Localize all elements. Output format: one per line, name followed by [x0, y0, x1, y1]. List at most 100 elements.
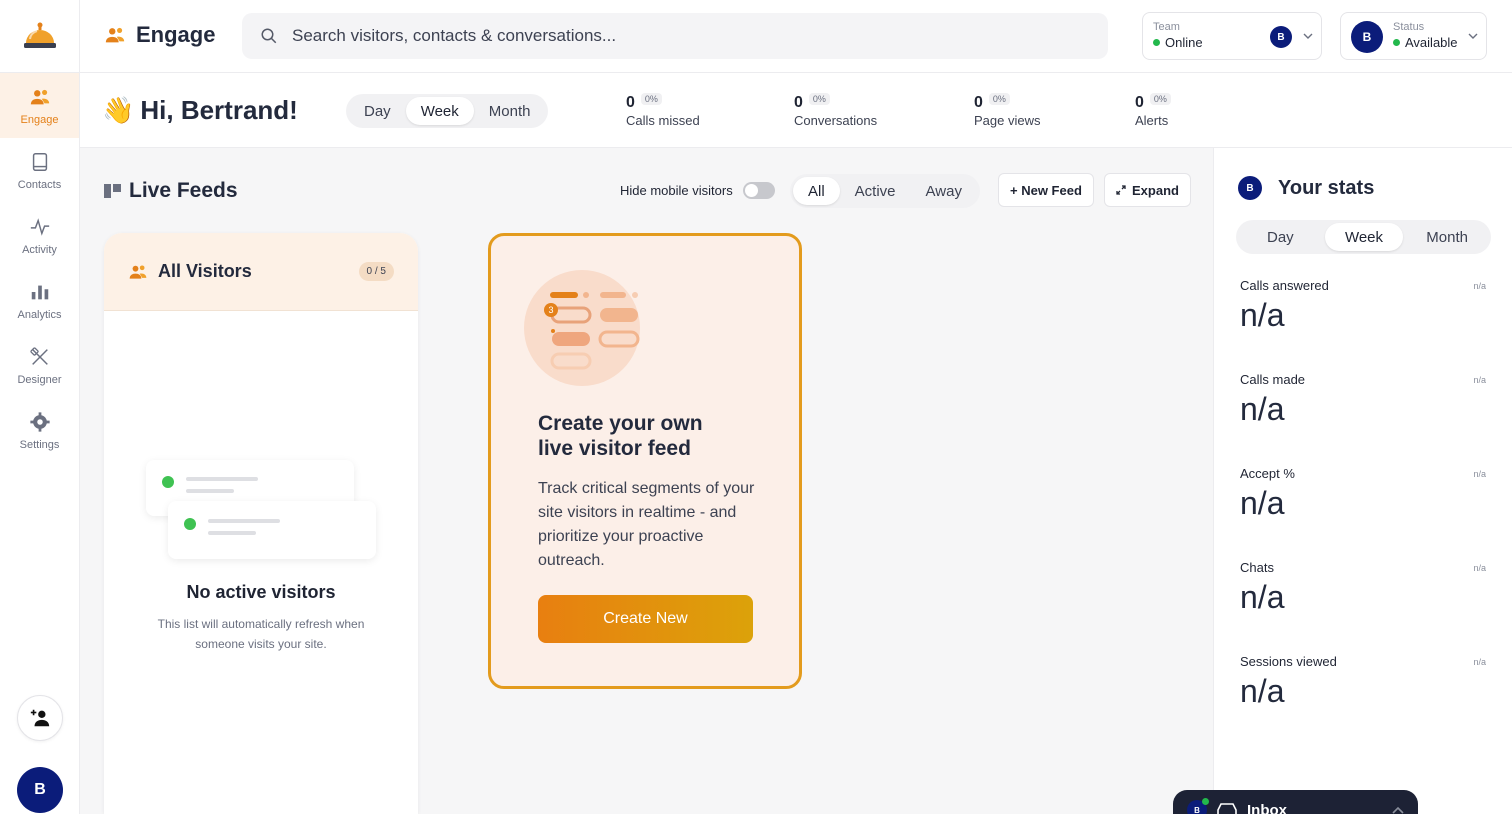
stats-period-week[interactable]: Week	[1324, 223, 1404, 251]
expand-icon	[1116, 185, 1126, 195]
stat-value: n/a	[1240, 391, 1285, 427]
metric-value: 0	[626, 94, 635, 111]
metric-value: 0	[794, 94, 803, 111]
metric-alerts: 0 0% Alerts	[1135, 93, 1171, 128]
app-title-text: Engage	[136, 22, 216, 47]
sidebar-item-label: Activity	[22, 243, 57, 256]
team-status-text: Online	[1165, 35, 1203, 50]
metric-value: 0	[1135, 94, 1144, 111]
stat-badge: n/a	[1473, 281, 1486, 291]
create-feed-title-line: Create your own	[538, 412, 703, 435]
users-icon	[30, 89, 49, 104]
stat-sessions-viewed: Sessions viewed n/a n/a	[1240, 654, 1486, 710]
create-feed-card: 3 Create your own live visitor feed Trac…	[488, 233, 802, 689]
filter-all[interactable]: All	[793, 177, 840, 205]
stats-period-month[interactable]: Month	[1406, 223, 1488, 251]
stat-value: n/a	[1240, 673, 1285, 709]
sidebar-item-settings[interactable]: Settings	[0, 398, 79, 463]
design-tools-icon	[29, 346, 48, 365]
status-text: Available	[1405, 35, 1458, 50]
empty-state-description: This list will automatically refresh whe…	[157, 617, 365, 651]
metric-pct: 0%	[988, 93, 1010, 105]
sidebar-item-engage[interactable]: Engage	[0, 73, 79, 138]
period-month[interactable]: Month	[474, 97, 546, 125]
feed-filter: All Active Away	[790, 174, 980, 208]
status-label: Status	[1393, 21, 1425, 33]
search-icon	[261, 28, 277, 44]
greeting: 👋 Hi, Bertrand!	[102, 95, 298, 126]
filter-active[interactable]: Active	[840, 177, 911, 205]
metric-value: 0	[974, 94, 983, 111]
sidebar-item-label: Contacts	[17, 178, 62, 191]
new-feed-button[interactable]: + New Feed	[998, 173, 1094, 207]
metric-label: Page views	[974, 113, 1041, 128]
all-visitors-title: All Visitors	[158, 261, 252, 281]
create-feed-description: Track critical segments of your site vis…	[538, 480, 755, 569]
hide-mobile-toggle[interactable]	[742, 182, 775, 199]
bar-chart-icon	[31, 285, 48, 299]
sidebar-item-activity[interactable]: Activity	[0, 203, 79, 268]
sidebar-item-designer[interactable]: Designer	[0, 333, 79, 398]
stats-avatar: B	[1238, 176, 1262, 200]
live-feeds-title-text: Live Feeds	[129, 179, 238, 202]
stat-label: Sessions viewed	[1240, 654, 1337, 669]
columns-icon	[104, 184, 121, 198]
stat-chats: Chats n/a n/a	[1240, 560, 1486, 616]
placeholder-line	[186, 489, 234, 493]
search-bar[interactable]	[242, 13, 1108, 59]
status-selector[interactable]: B Status Available	[1340, 12, 1487, 60]
metric-label: Conversations	[794, 113, 878, 128]
stat-value: n/a	[1240, 485, 1285, 521]
top-bar: Engage Team Online B B Status Available	[80, 0, 1512, 73]
placeholder-line	[208, 519, 280, 523]
stat-calls-answered: Calls answered n/a n/a	[1240, 278, 1486, 334]
placeholder-line	[208, 531, 256, 535]
inbox-bar[interactable]: B Inbox	[1173, 790, 1418, 814]
sidebar-item-analytics[interactable]: Analytics	[0, 268, 79, 333]
stat-label: Chats	[1240, 560, 1274, 575]
stats-period-day[interactable]: Day	[1239, 223, 1322, 251]
stat-label: Calls made	[1240, 372, 1306, 387]
book-icon	[32, 152, 47, 171]
period-week[interactable]: Week	[405, 97, 474, 125]
empty-state-title: No active visitors	[186, 582, 336, 602]
metric-calls-missed: 0 0% Calls missed	[626, 93, 700, 128]
feed-illustration-graphic	[550, 292, 640, 370]
stat-badge: n/a	[1473, 375, 1486, 385]
inbox-icon	[1217, 803, 1237, 814]
inbox-online-dot	[1202, 798, 1209, 805]
stat-value: n/a	[1240, 297, 1285, 333]
sidebar-item-label: Settings	[19, 438, 60, 451]
feed-illustration: 3	[524, 270, 640, 386]
stats-period-selector: Day Week Month	[1236, 220, 1491, 254]
hide-mobile-visitors: Hide mobile visitors	[620, 182, 775, 199]
chevron-up-icon	[1392, 806, 1404, 814]
metric-pct: 0%	[1149, 93, 1171, 105]
expand-button[interactable]: Expand	[1104, 173, 1191, 207]
stat-badge: n/a	[1473, 657, 1486, 667]
add-contact-button[interactable]	[17, 695, 63, 741]
live-feeds-title: Live Feeds	[104, 179, 238, 203]
feed-count-badge: 3	[544, 303, 558, 317]
stats-title-text: Your stats	[1278, 176, 1375, 199]
chevron-down-icon	[1468, 33, 1478, 39]
stat-calls-made: Calls made n/a n/a	[1240, 372, 1486, 428]
chevron-down-icon	[1303, 33, 1313, 39]
app-logo[interactable]	[0, 0, 79, 73]
user-avatar[interactable]: B	[17, 767, 63, 813]
period-day[interactable]: Day	[349, 97, 406, 125]
sidebar-item-label: Designer	[17, 373, 62, 386]
pulse-icon	[30, 217, 49, 236]
visitor-placeholder-illustration	[168, 501, 376, 559]
stats-title: B Your stats	[1238, 176, 1374, 200]
sidebar-item-contacts[interactable]: Contacts	[0, 138, 79, 203]
search-input[interactable]	[292, 26, 1052, 46]
team-selector[interactable]: Team Online B	[1142, 12, 1322, 60]
stat-value: n/a	[1240, 579, 1285, 615]
status-avatar: B	[1351, 21, 1383, 53]
filter-away[interactable]: Away	[911, 177, 977, 205]
wave-emoji: 👋	[102, 95, 135, 125]
create-new-button[interactable]: Create New	[538, 595, 753, 643]
sidebar: Engage Contacts Activity Analytics Desig…	[0, 0, 80, 814]
all-visitors-header: All Visitors 0 / 5	[104, 233, 418, 311]
